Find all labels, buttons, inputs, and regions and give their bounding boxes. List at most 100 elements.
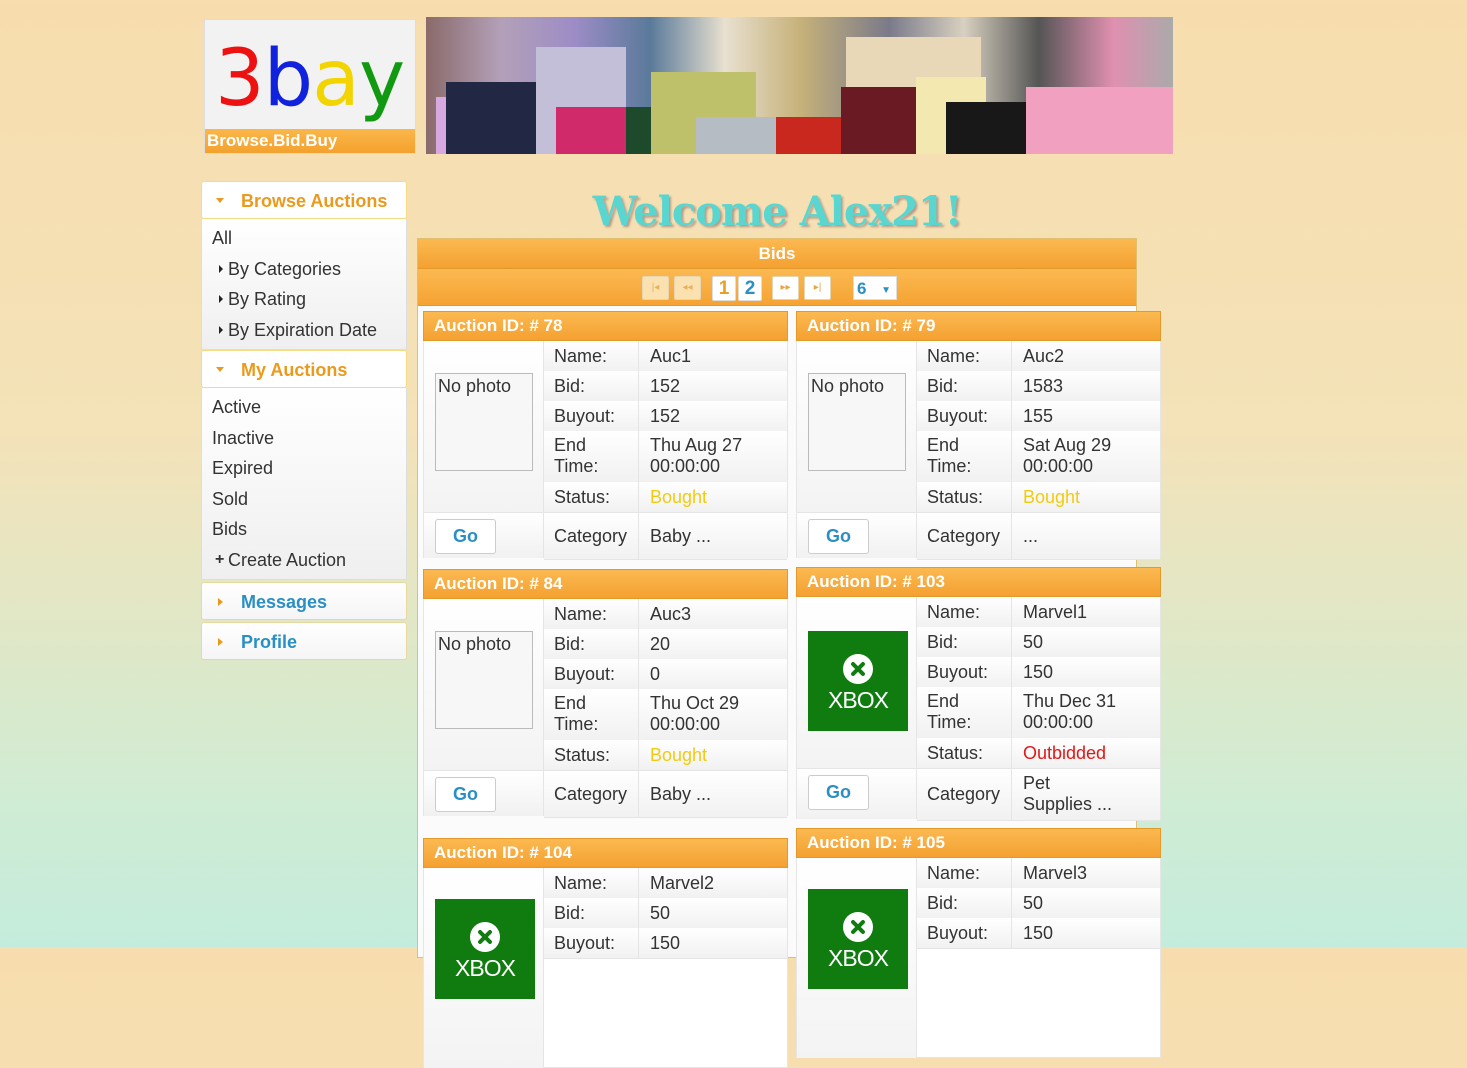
- buyout-row: Buyout: 150: [917, 918, 1160, 949]
- sidebar-item-expired[interactable]: Expired: [202, 453, 406, 484]
- name-value: Auc1: [650, 346, 692, 366]
- end-time-row: End Time: Thu Oct 29 00:00:00: [544, 689, 787, 741]
- auction-id-header: Auction ID: # 79: [796, 311, 1161, 341]
- status-label: Status:: [917, 482, 1012, 512]
- browse-auctions-header[interactable]: Browse Auctions: [201, 181, 407, 219]
- name-row: Name: Marvel2: [544, 868, 787, 899]
- end-time-date: Sat Aug 29: [1023, 435, 1112, 455]
- bid-label: Bid:: [544, 629, 639, 659]
- profile-title: Profile: [241, 632, 298, 652]
- profile-header[interactable]: Profile: [201, 622, 407, 660]
- category-label: Category: [917, 769, 1012, 820]
- sidebar-item-inactive[interactable]: Inactive: [202, 423, 406, 454]
- auction-photo-cell: No photo: [424, 341, 544, 512]
- go-cell: Go: [797, 512, 917, 558]
- browse-auctions-title: Browse Auctions: [241, 191, 388, 211]
- end-time-label-line1: End: [554, 693, 587, 713]
- buyout-value: 152: [650, 406, 681, 426]
- buyout-row: Buyout: 150: [544, 928, 787, 959]
- page-1-button[interactable]: 1: [712, 276, 736, 301]
- xbox-logo-icon: [843, 654, 873, 684]
- buyout-label: Buyout:: [544, 401, 639, 431]
- sidebar-item-by-categories[interactable]: By Categories: [202, 254, 406, 285]
- page-2-button[interactable]: 2: [738, 276, 762, 301]
- auction-id-header: Auction ID: # 78: [423, 311, 788, 341]
- expanded-triangle-icon: [216, 367, 224, 372]
- my-auctions-list: Active Inactive Expired Sold Bids + Creat…: [201, 388, 407, 580]
- caret-right-icon: [219, 295, 223, 303]
- no-photo-placeholder: No photo: [808, 373, 906, 471]
- end-time-row: End Time: Thu Dec 31 00:00:00: [917, 687, 1160, 739]
- end-time-value: Thu Dec 31 00:00:00: [1013, 687, 1160, 733]
- sidebar-item-label: By Rating: [228, 289, 307, 309]
- sidebar-item-create-auction[interactable]: + Create Auction: [202, 545, 406, 576]
- end-time-clock: 00:00:00: [1023, 712, 1094, 732]
- bid-row: Bid: 152: [544, 371, 787, 402]
- go-button[interactable]: Go: [808, 775, 869, 810]
- end-time-label-line2: Time:: [927, 456, 972, 476]
- logo-wordmark: 3bay: [215, 34, 405, 124]
- xbox-product-image: XBOX: [808, 889, 908, 989]
- go-button[interactable]: Go: [808, 519, 869, 554]
- plus-icon: +: [215, 550, 225, 568]
- auction-card: Auction ID: # 78 No photo Name: Auc1 Bid: 152…: [423, 311, 788, 560]
- buyout-row: Buyout: 150: [917, 657, 1160, 688]
- logo-tagline: Browse.Bid.Buy: [205, 129, 415, 153]
- go-button[interactable]: Go: [435, 777, 496, 812]
- messages-header[interactable]: Messages: [201, 582, 407, 620]
- browse-auctions-list: All By Categories By Rating By Expiratio…: [201, 219, 407, 350]
- my-auctions-title: My Auctions: [241, 360, 348, 380]
- bid-value: 152: [650, 376, 681, 396]
- bid-value: 1583: [1023, 376, 1064, 396]
- status-label: Status:: [544, 740, 639, 770]
- bid-row: Bid: 50: [917, 627, 1160, 658]
- buyout-row: Buyout: 0: [544, 659, 787, 690]
- end-time-label-line2: Time:: [554, 714, 599, 734]
- auction-card: Auction ID: # 104 XBOX Name: Marvel2 Bid: 50 B…: [423, 838, 788, 1068]
- buyout-value: 150: [1023, 923, 1054, 943]
- xbox-logo-text: XBOX: [455, 955, 516, 981]
- buyout-value: 150: [1023, 662, 1054, 682]
- first-page-button[interactable]: |◂: [642, 276, 669, 300]
- per-page-select[interactable]: 6 ▼: [853, 276, 897, 300]
- go-cell: Go: [424, 512, 544, 558]
- auction-card: Auction ID: # 84 No photo Name: Auc3 Bid: 20 B…: [423, 569, 788, 818]
- sidebar-item-active[interactable]: Active: [202, 392, 406, 423]
- sidebar-item-by-rating[interactable]: By Rating: [202, 284, 406, 315]
- next-page-button[interactable]: ▸▸: [772, 276, 799, 300]
- header-banner-image: [426, 17, 1173, 154]
- name-row: Name: Marvel1: [917, 597, 1160, 628]
- go-button[interactable]: Go: [435, 519, 496, 554]
- buyout-label: Buyout:: [917, 657, 1012, 687]
- name-label: Name:: [917, 597, 1012, 627]
- name-label: Name:: [544, 341, 639, 371]
- category-value: ...: [1023, 526, 1039, 546]
- buyout-row: Buyout: 152: [544, 401, 787, 432]
- my-auctions-header[interactable]: My Auctions: [201, 350, 407, 388]
- auction-photo-cell: No photo: [797, 341, 917, 512]
- auction-photo-cell: XBOX: [797, 858, 917, 1058]
- sidebar-item-by-expiration-date[interactable]: By Expiration Date: [202, 315, 406, 346]
- sidebar-item-sold[interactable]: Sold: [202, 484, 406, 515]
- name-label: Name:: [917, 858, 1012, 888]
- category-label: Category: [544, 513, 639, 559]
- dropdown-arrow-icon: ▼: [881, 285, 891, 296]
- auction-card: Auction ID: # 79 No photo Name: Auc2 Bid: 158…: [796, 311, 1161, 560]
- bid-label: Bid:: [917, 371, 1012, 401]
- last-page-button[interactable]: ▸|: [804, 276, 831, 300]
- no-photo-placeholder: No photo: [435, 631, 533, 729]
- auction-id-header: Auction ID: # 104: [423, 838, 788, 868]
- sidebar-item-bids[interactable]: Bids: [202, 514, 406, 545]
- sidebar-item-all[interactable]: All: [202, 223, 406, 254]
- auction-details-grid: No photo Name: Auc3 Bid: 20 Buyout: 0 End Time: T…: [423, 599, 788, 818]
- welcome-heading: Welcome Alex21!: [592, 188, 963, 235]
- site-logo[interactable]: 3bay Browse.Bid.Buy: [204, 19, 416, 154]
- end-time-value: Thu Oct 29 00:00:00: [640, 689, 787, 735]
- category-row: Category Baby ...: [544, 512, 787, 560]
- bid-row: Bid: 20: [544, 629, 787, 660]
- prev-page-button[interactable]: ◂◂: [674, 276, 701, 300]
- bid-label: Bid:: [544, 898, 639, 928]
- bid-label: Bid:: [544, 371, 639, 401]
- collapsed-triangle-icon: [218, 598, 223, 606]
- caret-right-icon: [219, 264, 223, 273]
